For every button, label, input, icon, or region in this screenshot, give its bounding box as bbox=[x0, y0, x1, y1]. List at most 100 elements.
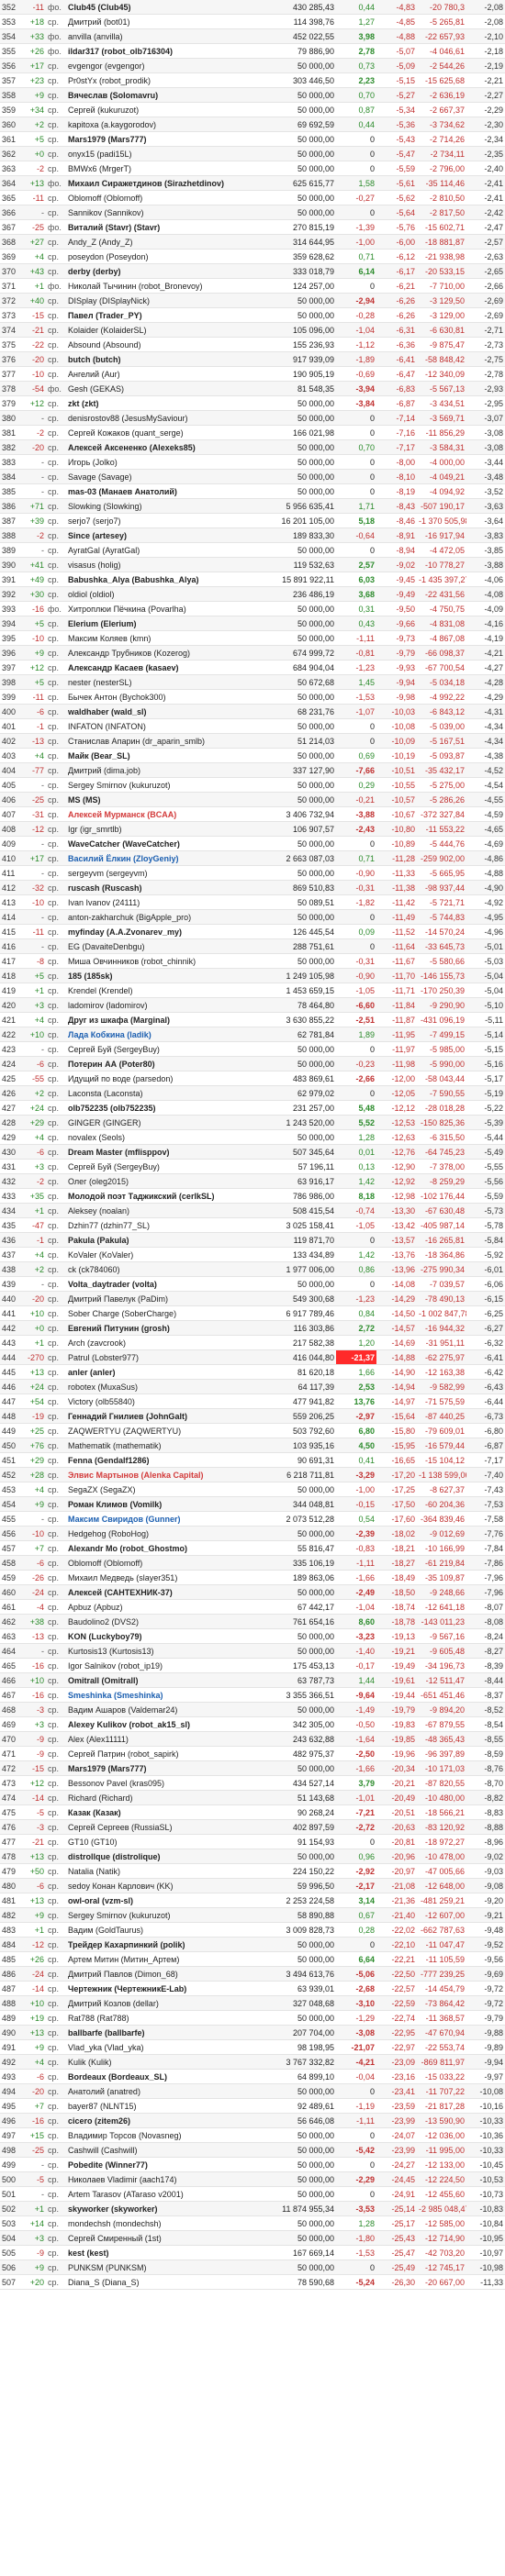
trader-name-link[interactable]: Sergey Smirnov (kukuruzot) bbox=[66, 1908, 266, 1922]
trader-name-link[interactable]: Михаил Сиражетдинов (Sirazhetdinov) bbox=[66, 176, 266, 190]
trader-name-link[interactable]: Arch (zavcrook) bbox=[66, 1336, 266, 1349]
trader-name-link[interactable]: anton-zakharchuk (BigApple_pro) bbox=[66, 910, 266, 924]
trader-name-link[interactable]: ruscash (Ruscash) bbox=[66, 881, 266, 894]
trader-name-link[interactable]: Сергей Смиренный (1st) bbox=[66, 2231, 266, 2245]
trader-name-link[interactable]: Dream Master (mflisppov) bbox=[66, 1145, 266, 1159]
trader-name-link[interactable]: poseydon (Poseydon) bbox=[66, 250, 266, 263]
trader-name-link[interactable]: Виталий (Stavr) (Stavr) bbox=[66, 220, 266, 234]
trader-name-link[interactable]: waldhaber (wald_sl) bbox=[66, 705, 266, 718]
trader-name-link[interactable]: Игорь (Jolko) bbox=[66, 455, 266, 469]
trader-name-link[interactable]: Laconsta (Laconsta) bbox=[66, 1086, 266, 1100]
trader-name-link[interactable]: anvilla (anvilla) bbox=[66, 29, 266, 43]
trader-name-link[interactable]: Krendel (Krendel) bbox=[66, 983, 266, 997]
trader-name-link[interactable]: Николаев Vladimir (aach174) bbox=[66, 2172, 266, 2186]
trader-name-link[interactable]: Kolaider (KolaiderSL) bbox=[66, 323, 266, 337]
trader-name-link[interactable]: ck (ck784060) bbox=[66, 1262, 266, 1276]
trader-name-link[interactable]: Smeshinka (Smeshinka) bbox=[66, 1688, 266, 1702]
trader-name-link[interactable]: Артем Митин (Митин_Артем) bbox=[66, 1952, 266, 1966]
trader-name-link[interactable]: Dzhin77 (dzhin77_SL) bbox=[66, 1218, 266, 1232]
trader-name-link[interactable]: anler (anler) bbox=[66, 1365, 266, 1379]
trader-name-link[interactable]: Максим Свиридов (Gunner) bbox=[66, 1512, 266, 1526]
trader-name-link[interactable]: ballbarfe (ballbarfe) bbox=[66, 2026, 266, 2039]
trader-name-link[interactable]: Сергей Патрин (robot_sapirk) bbox=[66, 1747, 266, 1760]
trader-name-link[interactable]: Igor Salnikov (robot_ip19) bbox=[66, 1659, 266, 1672]
trader-name-link[interactable]: Ivan Ivanov (24111) bbox=[66, 895, 266, 909]
trader-name-link[interactable]: novalex (Seols) bbox=[66, 1130, 266, 1144]
trader-name-link[interactable]: Omitrall (Omitrall) bbox=[66, 1673, 266, 1687]
trader-name-link[interactable]: Казак (Казак) bbox=[66, 1805, 266, 1819]
trader-name-link[interactable]: Идущий по воде (parsedon) bbox=[66, 1071, 266, 1085]
trader-name-link[interactable]: Victory (olb55840) bbox=[66, 1394, 266, 1408]
trader-name-link[interactable]: Alexey Kulikov (robot_ak15_sl) bbox=[66, 1717, 266, 1731]
trader-name-link[interactable]: Олег (oleg2015) bbox=[66, 1174, 266, 1188]
trader-name-link[interactable]: owl-oral (vzm-sl) bbox=[66, 1893, 266, 1907]
trader-name-link[interactable]: Михаил Медведь (slayer351) bbox=[66, 1571, 266, 1584]
trader-name-link[interactable]: bayer87 (NLNT15) bbox=[66, 2099, 266, 2113]
trader-name-link[interactable]: Сергей (kukuruzot) bbox=[66, 103, 266, 117]
trader-name-link[interactable]: derby (derby) bbox=[66, 264, 266, 278]
trader-name-link[interactable]: Василий Ёлкин (ZloyGeniy) bbox=[66, 851, 266, 865]
trader-name-link[interactable]: Alexandr Mo (robot_Ghostmo) bbox=[66, 1541, 266, 1555]
trader-name-link[interactable]: Дмитрий Павлов (Dimon_68) bbox=[66, 1967, 266, 1981]
trader-name-link[interactable]: Вячеслав (Solomavru) bbox=[66, 88, 266, 102]
trader-name-link[interactable]: Mars1979 (Mars777) bbox=[66, 132, 266, 146]
trader-name-link[interactable]: Дмитрий Павелук (PaDim) bbox=[66, 1292, 266, 1305]
trader-name-link[interactable]: Natalia (Natik) bbox=[66, 1864, 266, 1878]
trader-name-link[interactable]: ZAQWERTYU (ZAQWERTYU) bbox=[66, 1424, 266, 1438]
trader-name-link[interactable]: ildar317 (robot_olb716304) bbox=[66, 44, 266, 58]
trader-name-link[interactable]: Сергей Сергеев (RussiaSL) bbox=[66, 1820, 266, 1834]
trader-name-link[interactable]: BMWx6 (MrgerT) bbox=[66, 161, 266, 175]
trader-name-link[interactable]: Дмитрий (bot01) bbox=[66, 15, 266, 28]
trader-name-link[interactable]: Трейдер Кахарпинкий (polik) bbox=[66, 1938, 266, 1951]
trader-name-link[interactable]: Pakula (Pakula) bbox=[66, 1233, 266, 1247]
trader-name-link[interactable]: Лада Кобкина (ladik) bbox=[66, 1027, 266, 1041]
trader-name-link[interactable]: evgengor (evgengor) bbox=[66, 59, 266, 72]
trader-name-link[interactable]: Алексей (САНТЕХНИК-37) bbox=[66, 1585, 266, 1599]
trader-name-link[interactable]: mas-03 (Манаев Анатолий) bbox=[66, 484, 266, 498]
trader-name-link[interactable]: Владимир Торсов (Novasneg) bbox=[66, 2128, 266, 2142]
trader-name-link[interactable]: Бычек Антон (Bychok300) bbox=[66, 690, 266, 704]
trader-name-link[interactable]: Babushka_Alya (Babushka_Alya) bbox=[66, 572, 266, 586]
trader-name-link[interactable]: Club45 (Club45) bbox=[66, 0, 266, 14]
trader-name-link[interactable]: AyratGal (AyratGal) bbox=[66, 543, 266, 557]
trader-name-link[interactable]: robotex (MuxaSus) bbox=[66, 1380, 266, 1393]
trader-name-link[interactable]: Vlad_yka (Vlad_yka) bbox=[66, 2040, 266, 2054]
trader-name-link[interactable]: sedoy Конан Карлович (KK) bbox=[66, 1879, 266, 1893]
trader-name-link[interactable]: Slowking (Slowking) bbox=[66, 499, 266, 513]
trader-name-link[interactable]: Sannikov (Sannikov) bbox=[66, 205, 266, 219]
trader-name-link[interactable]: Elerium (Elerium) bbox=[66, 616, 266, 630]
trader-name-link[interactable]: Andy_Z (Andy_Z) bbox=[66, 235, 266, 249]
trader-name-link[interactable]: Максим Коляев (kmn) bbox=[66, 631, 266, 645]
trader-name-link[interactable]: WaveCatcher (WaveCatcher) bbox=[66, 837, 266, 850]
trader-name-link[interactable]: Хитроплюи Пёчкина (Povarlha) bbox=[66, 602, 266, 616]
trader-name-link[interactable]: Александр Касаев (kasaev) bbox=[66, 661, 266, 674]
trader-name-link[interactable]: Volta_daytrader (volta) bbox=[66, 1277, 266, 1291]
trader-name-link[interactable]: Дмитрий Козлов (dellar) bbox=[66, 1996, 266, 2010]
trader-name-link[interactable]: Sober Charge (SoberCharge) bbox=[66, 1306, 266, 1320]
trader-name-link[interactable]: oldiol (oldiol) bbox=[66, 587, 266, 601]
trader-name-link[interactable]: Oblomoff (Oblomoff) bbox=[66, 191, 266, 205]
trader-name-link[interactable]: INFATON (INFATON) bbox=[66, 719, 266, 733]
trader-name-link[interactable]: Alex (Alex11111) bbox=[66, 1732, 266, 1746]
trader-name-link[interactable]: sergeyvm (sergeyvm) bbox=[66, 866, 266, 880]
trader-name-link[interactable]: GT10 (GT10) bbox=[66, 1835, 266, 1849]
trader-name-link[interactable]: Mathematik (mathematik) bbox=[66, 1438, 266, 1452]
trader-name-link[interactable]: visasus (holig) bbox=[66, 558, 266, 572]
trader-name-link[interactable]: zkt (zkt) bbox=[66, 396, 266, 410]
trader-name-link[interactable]: Pobedite (Winner77) bbox=[66, 2158, 266, 2171]
trader-name-link[interactable]: Евгений Питунин (grosh) bbox=[66, 1321, 266, 1335]
trader-name-link[interactable]: KoValer (KoValer) bbox=[66, 1248, 266, 1261]
trader-name-link[interactable]: GINGER (GINGER) bbox=[66, 1116, 266, 1129]
trader-name-link[interactable]: kapitoxa (a.kaygorodov) bbox=[66, 117, 266, 131]
trader-name-link[interactable]: cicero (zitem26) bbox=[66, 2114, 266, 2127]
trader-name-link[interactable]: Сергей Кожаков (quant_serge) bbox=[66, 426, 266, 439]
trader-name-link[interactable]: Pr0stYx (robot_prodik) bbox=[66, 73, 266, 87]
trader-name-link[interactable]: Aleksey (noalan) bbox=[66, 1204, 266, 1217]
trader-name-link[interactable]: DISplay (DISplayNick) bbox=[66, 294, 266, 307]
trader-name-link[interactable]: Потерин АА (Poter80) bbox=[66, 1057, 266, 1071]
trader-name-link[interactable]: distrollque (distrolique) bbox=[66, 1849, 266, 1863]
trader-name-link[interactable]: mondechsh (mondechsh) bbox=[66, 2216, 266, 2230]
trader-name-link[interactable]: Геннадий Гнилиев (JohnGalt) bbox=[66, 1409, 266, 1423]
trader-name-link[interactable]: Молодой поэт Таджикский (cerlkSL) bbox=[66, 1189, 266, 1203]
trader-name-link[interactable]: Анатолий (anatred) bbox=[66, 2084, 266, 2098]
